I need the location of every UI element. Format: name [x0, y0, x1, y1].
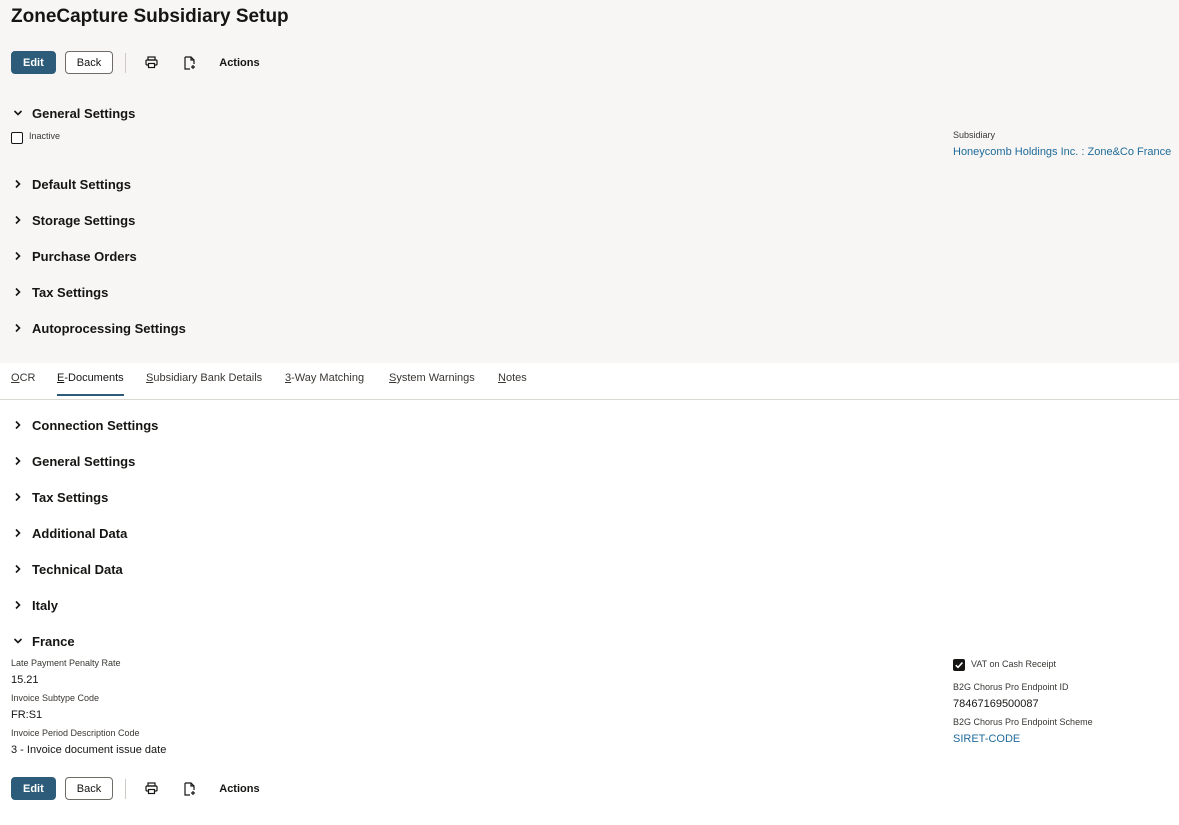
- page-title: ZoneCapture Subsidiary Setup: [11, 6, 289, 27]
- inactive-checkbox[interactable]: [11, 132, 23, 144]
- vat-on-cash-receipt-checkbox[interactable]: [953, 659, 965, 671]
- actions-menu[interactable]: Actions: [215, 779, 263, 799]
- section-france[interactable]: France: [11, 631, 75, 651]
- invoice-subtype-code-value: FR:S1: [11, 709, 43, 721]
- chevron-right-icon: [11, 454, 25, 468]
- section-additional-data[interactable]: Additional Data: [11, 523, 127, 543]
- section-storage-settings[interactable]: Storage Settings: [11, 210, 135, 230]
- chevron-right-icon: [11, 213, 25, 227]
- section-title: Connection Settings: [32, 417, 159, 433]
- chevron-right-icon: [11, 418, 25, 432]
- chevron-right-icon: [11, 562, 25, 576]
- section-general-settings[interactable]: General Settings: [11, 103, 135, 123]
- section-title: Tax Settings: [32, 489, 109, 505]
- back-button[interactable]: Back: [64, 51, 114, 74]
- invoice-period-description-code-label: Invoice Period Description Code: [11, 728, 140, 738]
- section-connection-settings[interactable]: Connection Settings: [11, 415, 158, 435]
- print-icon[interactable]: [139, 777, 163, 800]
- toolbar-divider: [125, 778, 127, 799]
- bottom-toolbar: Edit Back Actions: [11, 777, 264, 800]
- late-payment-penalty-rate-label: Late Payment Penalty Rate: [11, 658, 121, 668]
- section-title: Autoprocessing Settings: [32, 320, 186, 336]
- tab-system-warnings[interactable]: System Warnings: [389, 372, 475, 394]
- section-title: France: [32, 633, 75, 649]
- chevron-right-icon: [11, 321, 25, 335]
- b2g-endpoint-scheme-label: B2G Chorus Pro Endpoint Scheme: [953, 717, 1093, 727]
- section-default-settings[interactable]: Default Settings: [11, 174, 131, 194]
- section-title: Default Settings: [32, 176, 131, 192]
- tab-subsidiary-bank-details[interactable]: Subsidiary Bank Details: [146, 372, 262, 394]
- invoice-subtype-code-label: Invoice Subtype Code: [11, 693, 100, 703]
- section-purchase-orders[interactable]: Purchase Orders: [11, 246, 137, 266]
- section-tax-settings[interactable]: Tax Settings: [11, 282, 108, 302]
- actions-menu[interactable]: Actions: [215, 53, 263, 73]
- b2g-endpoint-id-value: 78467169500087: [953, 698, 1039, 710]
- invoice-period-description-code-value: 3 - Invoice document issue date: [11, 744, 167, 756]
- section-title: Tax Settings: [32, 284, 109, 300]
- tab-ocr[interactable]: OCR: [11, 372, 35, 394]
- section-italy[interactable]: Italy: [11, 595, 58, 615]
- tab-notes[interactable]: Notes: [498, 372, 527, 394]
- chevron-down-icon: [11, 634, 25, 648]
- subsidiary-label: Subsidiary: [953, 130, 996, 140]
- section-autoprocessing-settings[interactable]: Autoprocessing Settings: [11, 318, 186, 338]
- edit-button[interactable]: Edit: [11, 51, 56, 74]
- inactive-label: Inactive: [29, 131, 61, 141]
- chevron-right-icon: [11, 490, 25, 504]
- chevron-right-icon: [11, 285, 25, 299]
- export-document-icon[interactable]: [177, 51, 201, 74]
- section-title: General Settings: [32, 105, 136, 121]
- subtab-bar: OCR E-Documents Subsidiary Bank Details …: [0, 363, 1179, 400]
- late-payment-penalty-rate-value: 15.21: [11, 674, 39, 686]
- section-title: Purchase Orders: [32, 248, 137, 264]
- vat-on-cash-receipt-label: VAT on Cash Receipt: [971, 659, 1057, 669]
- chevron-right-icon: [11, 598, 25, 612]
- top-toolbar: Edit Back Actions: [11, 51, 264, 74]
- section-title: Italy: [32, 597, 59, 613]
- chevron-right-icon: [11, 526, 25, 540]
- chevron-right-icon: [11, 177, 25, 191]
- chevron-down-icon: [11, 106, 25, 120]
- b2g-endpoint-id-label: B2G Chorus Pro Endpoint ID: [953, 682, 1069, 692]
- section-edoc-tax-settings[interactable]: Tax Settings: [11, 487, 108, 507]
- export-document-icon[interactable]: [177, 777, 201, 800]
- tab-3-way-matching[interactable]: 3-Way Matching: [285, 372, 364, 394]
- print-icon[interactable]: [139, 51, 163, 74]
- section-title: Storage Settings: [32, 212, 136, 228]
- section-title: Technical Data: [32, 561, 123, 577]
- chevron-right-icon: [11, 249, 25, 263]
- tab-e-documents[interactable]: E-Documents: [57, 372, 124, 396]
- edit-button[interactable]: Edit: [11, 777, 56, 800]
- section-title: Additional Data: [32, 525, 128, 541]
- section-technical-data[interactable]: Technical Data: [11, 559, 123, 579]
- section-title: General Settings: [32, 453, 136, 469]
- back-button[interactable]: Back: [64, 777, 114, 800]
- b2g-endpoint-scheme-link[interactable]: SIRET-CODE: [953, 733, 1020, 745]
- section-edoc-general-settings[interactable]: General Settings: [11, 451, 135, 471]
- subsidiary-link[interactable]: Honeycomb Holdings Inc. : Zone&Co France: [953, 146, 1171, 158]
- checkmark-icon: [955, 662, 963, 669]
- toolbar-divider: [125, 52, 127, 73]
